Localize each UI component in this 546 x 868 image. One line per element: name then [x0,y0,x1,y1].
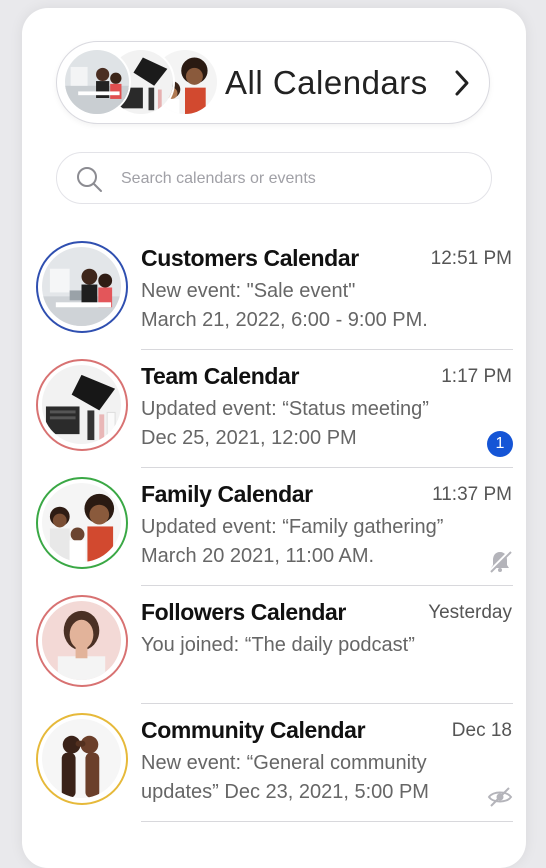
timestamp: Yesterday [428,602,512,623]
calendar-name: Followers Calendar [141,599,346,625]
divider [141,349,513,350]
timestamp: Dec 18 [451,720,512,741]
timestamp: 12:51 PM [430,248,512,269]
search-input[interactable] [119,163,463,195]
calendar-avatar [36,241,128,333]
event-date: March 21, 2022, 6:00 - 9:00 PM. [141,309,428,331]
search-icon [77,167,102,192]
calendar-avatar [36,359,128,451]
hidden-eye-icon [487,787,513,807]
timestamp: 1:17 PM [441,366,512,387]
divider [141,585,513,586]
divider [141,703,513,704]
list-item-team-calendar[interactable]: Team Calendar 1:17 PM Updated event: “St… [0,351,546,469]
avatar [63,48,131,116]
event-date: March 20 2021, 11:00 AM. [141,545,375,567]
event-summary: New event: “General community [141,752,427,774]
calendar-name: Community Calendar [141,717,366,743]
page-title: All Calendars [225,64,428,101]
chevron-right-icon [455,70,469,96]
muted-bell-icon [488,549,512,573]
calendar-name: Customers Calendar [141,245,359,271]
search-bar [56,152,492,204]
list-item-community-calendar[interactable]: Community Calendar Dec 18 New event: “Ge… [0,705,546,823]
event-summary: New event: "Sale event" [141,280,356,302]
event-summary: You joined: “The daily podcast” [141,634,415,656]
avatar-stack [63,48,219,116]
event-date: Dec 25, 2021, 12:00 PM [141,427,357,449]
divider [141,467,513,468]
calendar-name: Family Calendar [141,481,313,507]
event-date: updates” Dec 23, 2021, 5:00 PM [141,781,429,803]
divider [141,821,513,822]
calendar-avatar [36,713,128,805]
calendar-name: Team Calendar [141,363,299,389]
list-item-family-calendar[interactable]: Family Calendar 11:37 PM Updated event: … [0,469,546,587]
timestamp: 11:37 PM [432,484,512,505]
calendar-avatar [36,595,128,687]
calendar-avatar [36,477,128,569]
unread-badge: 1 [487,431,513,457]
list-item-followers-calendar[interactable]: Followers Calendar Yesterday You joined:… [0,587,546,705]
event-summary: Updated event: “Family gathering” [141,516,444,538]
list-item-customers-calendar[interactable]: Customers Calendar 12:51 PM New event: "… [0,233,546,351]
event-summary: Updated event: “Status meeting” [141,398,429,420]
all-calendars-button[interactable]: All Calendars [56,41,490,124]
